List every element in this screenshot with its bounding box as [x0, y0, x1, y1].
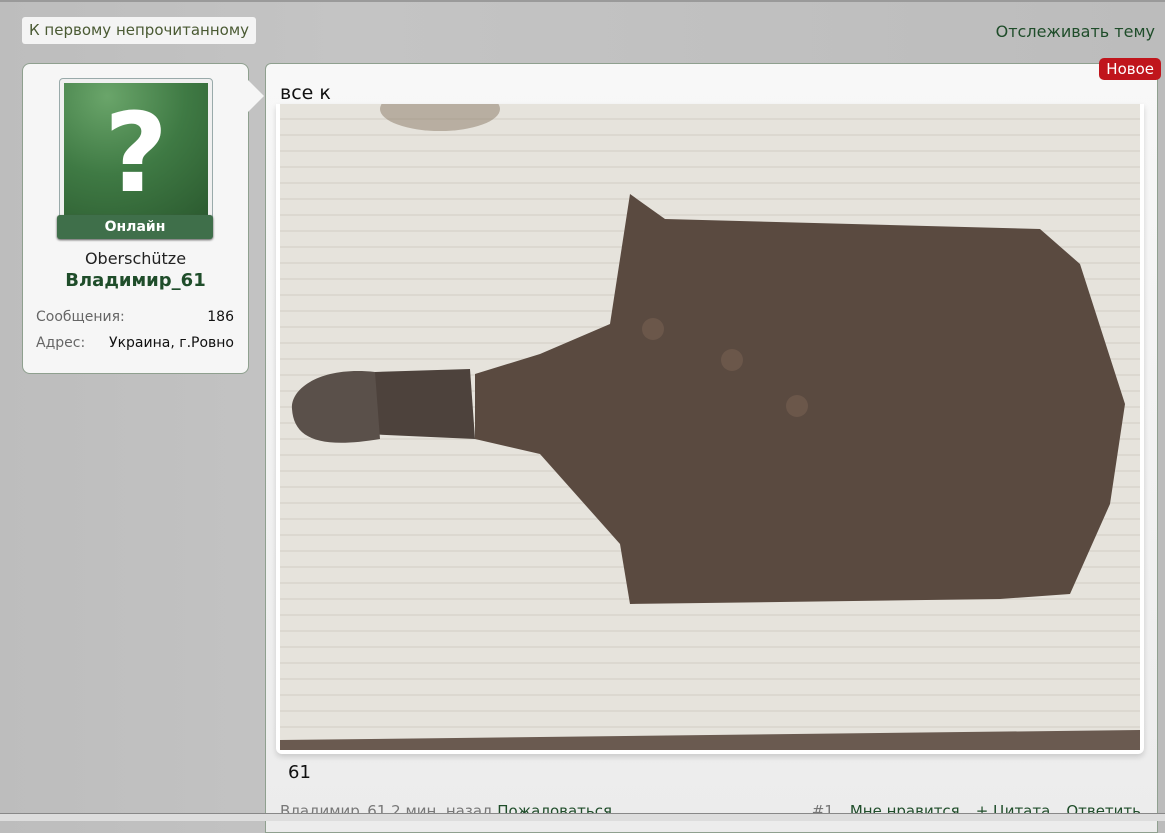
address-value: Украина, г.Ровно [109, 335, 234, 351]
address-label: Адрес: [36, 335, 86, 351]
online-status-badge: Онлайн [57, 215, 213, 239]
posts-value: 186 [207, 309, 234, 325]
follow-topic-link[interactable]: Отслеживать тему [996, 22, 1155, 41]
post-caption: 61 [288, 762, 311, 783]
address-stat: Адрес: Украина, г.Ровно [36, 335, 234, 351]
post: все к Новое 61 Владимир_61 2 мин. назад … [265, 58, 1161, 833]
question-mark-icon: ? [104, 89, 168, 216]
shovel-photo [280, 104, 1140, 750]
posts-stat: Сообщения: 186 [36, 309, 234, 325]
post-title: все к [280, 82, 331, 104]
user-rank: Oberschütze [84, 249, 187, 268]
posts-label: Сообщения: [36, 309, 125, 325]
avatar[interactable]: ? [59, 78, 213, 221]
bottom-bar [0, 813, 1165, 821]
speech-arrow [248, 80, 264, 112]
user-card: ? Онлайн Oberschütze Владимир_61 Сообщен… [22, 63, 249, 374]
username-link[interactable]: Владимир_61 [23, 270, 248, 291]
new-badge: Новое [1099, 58, 1161, 80]
first-unread-button[interactable]: К первому непрочитанному [22, 17, 257, 44]
post-image[interactable] [276, 104, 1144, 754]
